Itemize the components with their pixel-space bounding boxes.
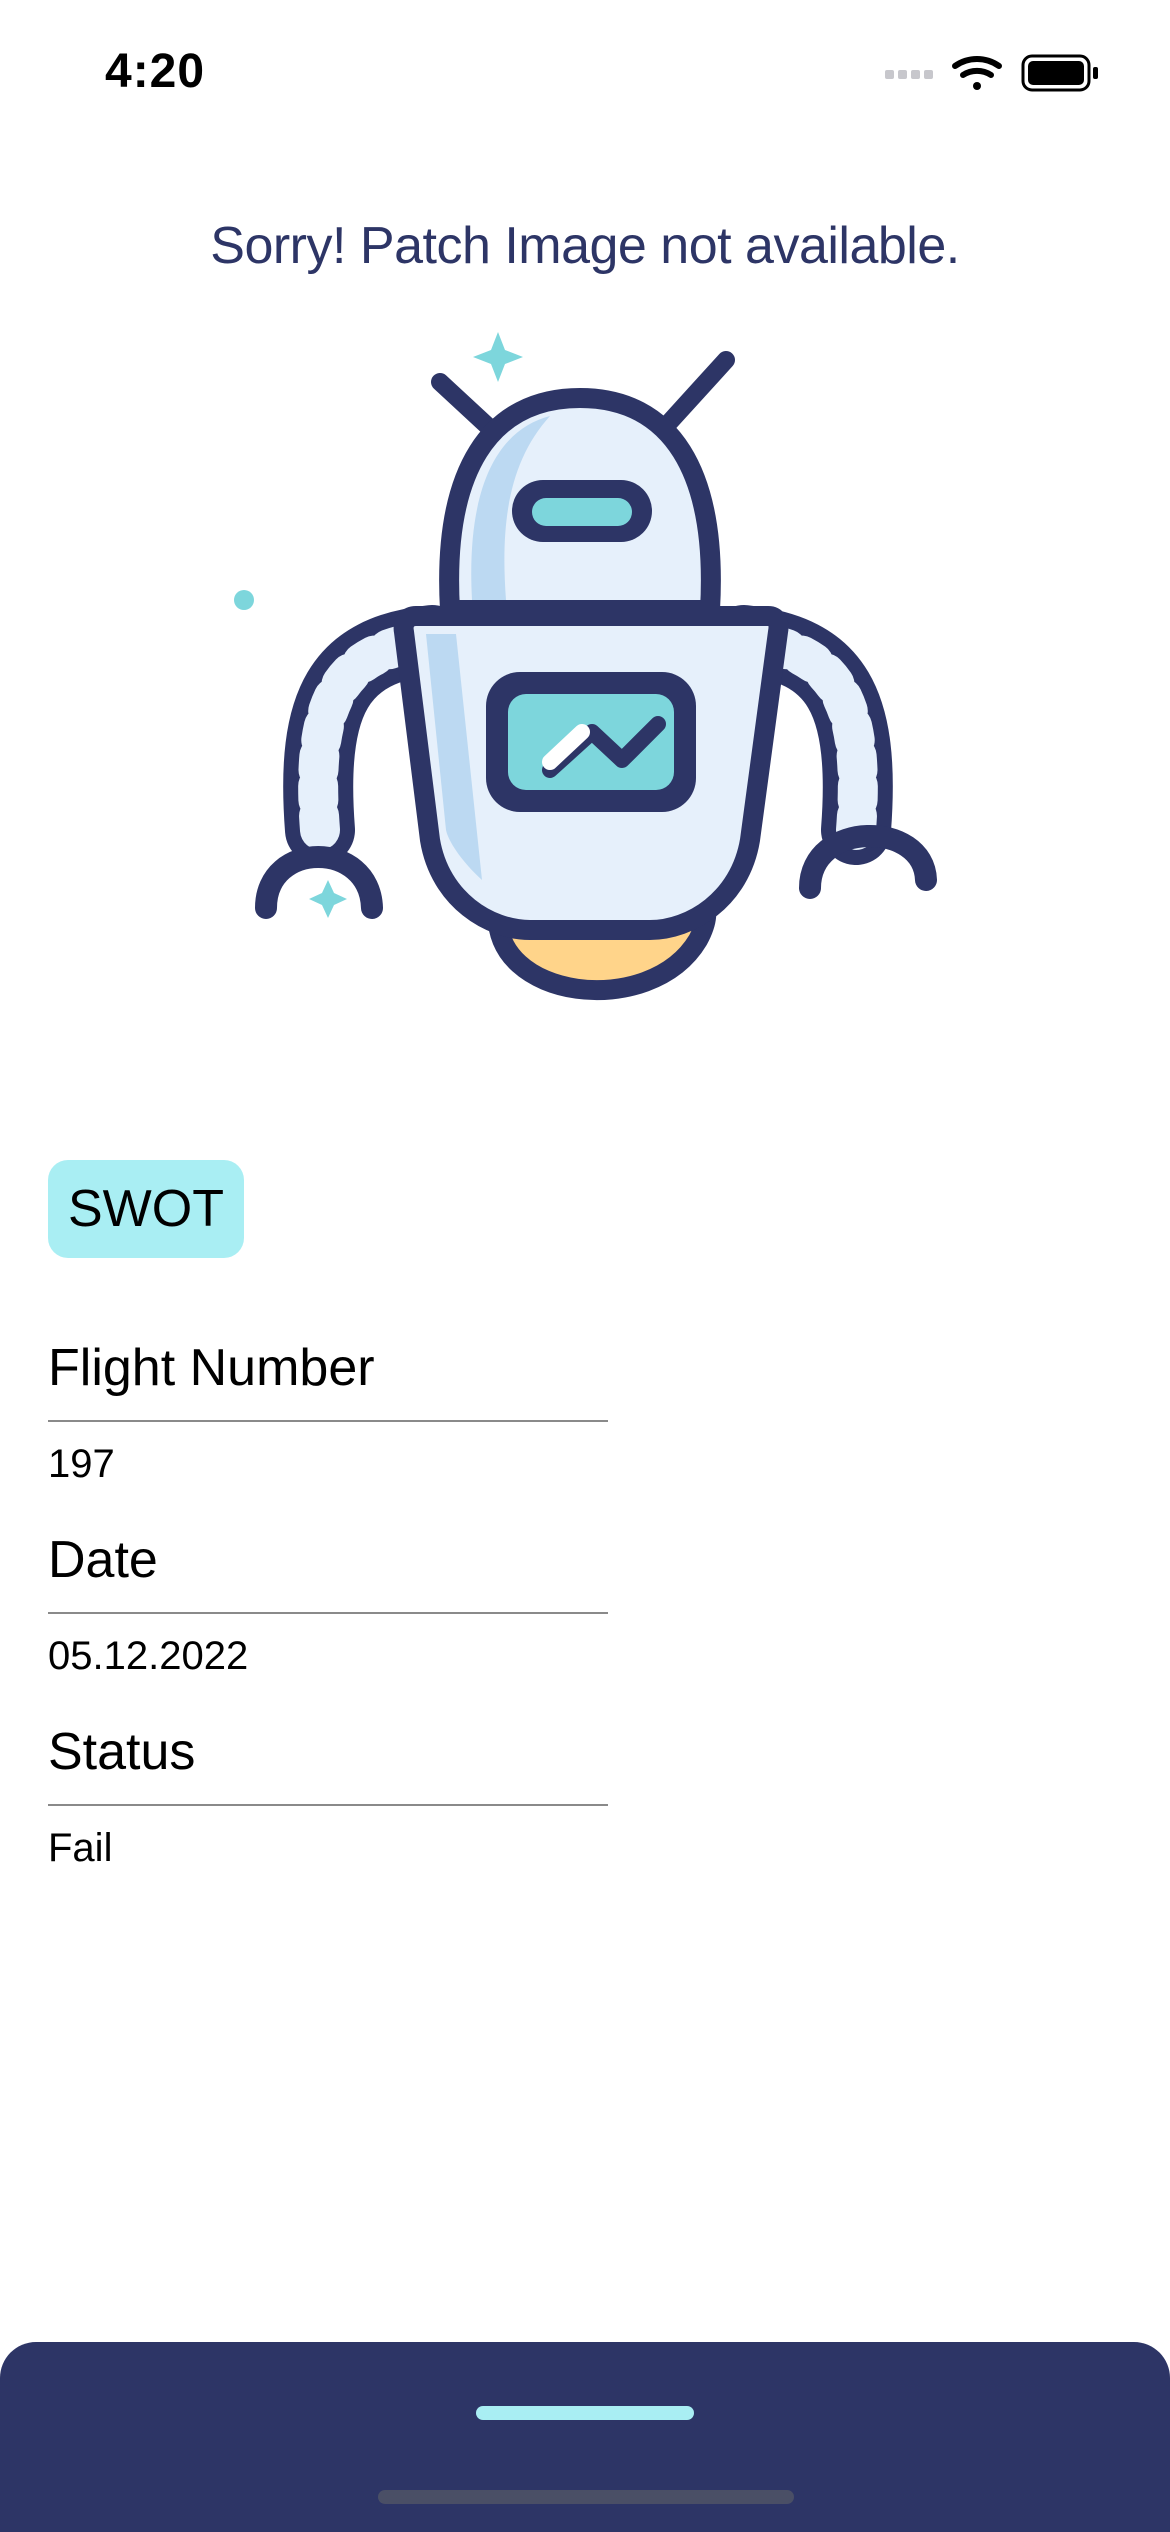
status-icons (885, 54, 1098, 92)
date-value: 05.12.2022 (48, 1634, 249, 1678)
flight-number-label: Flight Number (48, 1339, 375, 1397)
wifi-icon (952, 55, 1002, 90)
signal-icon (885, 70, 933, 79)
robot-torso (393, 606, 789, 940)
screen: 4:20 Sorry! Patch Image not available. S… (0, 0, 1170, 2532)
status-label: Status (48, 1723, 196, 1781)
status-bar: 4:20 (0, 0, 1170, 150)
bottom-sheet[interactable] (0, 2342, 1170, 2532)
robot-head (439, 388, 721, 620)
sheet-drag-handle[interactable] (476, 2406, 694, 2420)
date-label: Date (48, 1531, 158, 1589)
home-indicator[interactable] (378, 2490, 794, 2504)
status-time: 4:20 (105, 45, 206, 98)
flight-number-value: 197 (48, 1442, 115, 1486)
battery-icon (1021, 54, 1098, 92)
error-message: Sorry! Patch Image not available. (210, 217, 960, 275)
divider (48, 1804, 608, 1806)
divider (48, 1612, 608, 1614)
swot-tag: SWOT (48, 1160, 244, 1258)
divider (48, 1420, 608, 1422)
robot-illustration (234, 332, 937, 1001)
status-value: Fail (48, 1826, 113, 1870)
